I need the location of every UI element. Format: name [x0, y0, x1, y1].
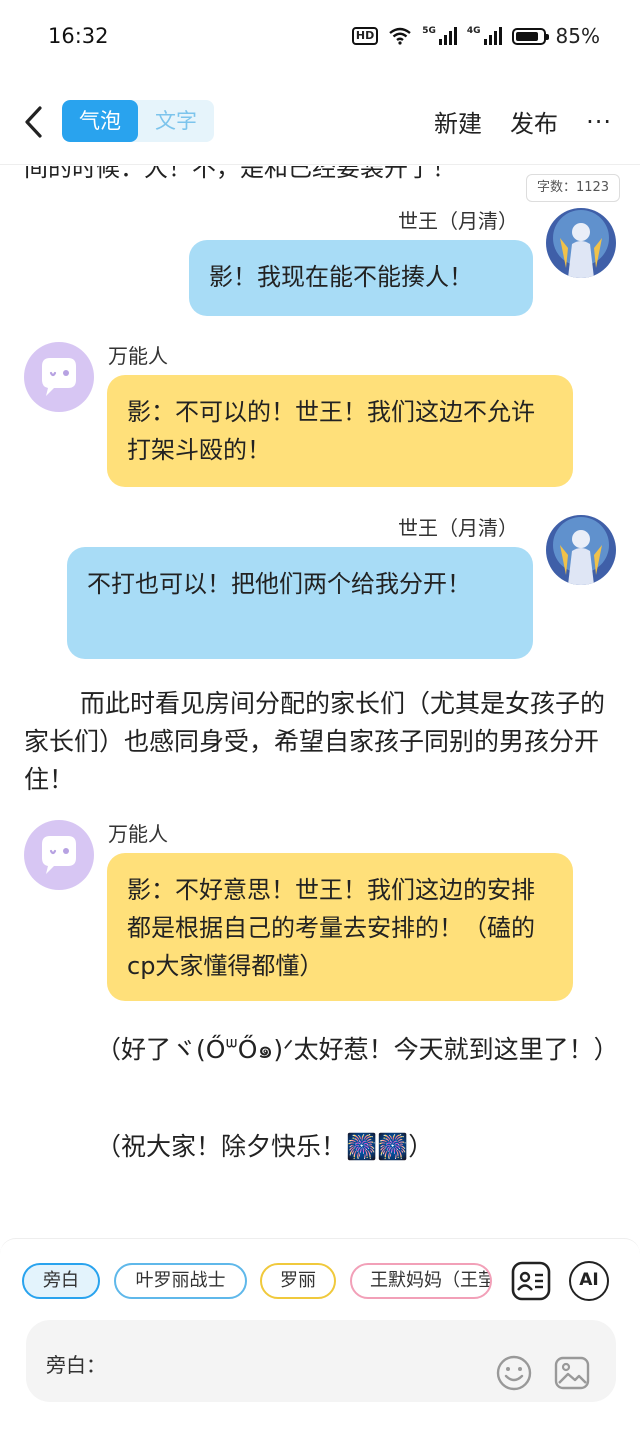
avatar[interactable] — [24, 820, 94, 890]
narration-text[interactable]: （好了ヾ(ŐᐜŐ๑)ᐟ太好惹！今天就到这里了！） — [24, 1031, 624, 1069]
signal-4g-icon: 4G — [467, 27, 502, 45]
speaker-name: 万能人 — [108, 344, 168, 368]
battery-icon — [511, 27, 549, 45]
avatar[interactable] — [24, 342, 94, 412]
chat-bubble[interactable]: 不打也可以！把他们两个给我分开！ — [67, 547, 533, 659]
header-divider — [0, 164, 640, 165]
narration-text[interactable]: 而此时看见房间分配的家长们（尤其是女孩子的家长们）也感同身受，希望自家孩子同别的… — [24, 685, 624, 799]
chat-bubble[interactable]: 影：不可以的！世王！我们这边不允许打架斗殴的！ — [107, 375, 573, 487]
wifi-icon — [389, 27, 411, 45]
narration-text[interactable]: （祝大家！除夕快乐！🎆🎆） — [24, 1128, 624, 1166]
role-chip[interactable]: 罗丽 — [260, 1263, 336, 1299]
role-manage-icon[interactable] — [510, 1260, 552, 1302]
speaker-name: 世王（月清） — [398, 209, 518, 233]
chat-bubble-avatar-icon — [42, 836, 76, 874]
chat-bubble[interactable]: 影：不好意思！世王！我们这边的安排都是根据自己的考量去安排的！（磕的cp大家懂得… — [107, 853, 573, 1001]
speaker-name: 万能人 — [108, 822, 168, 846]
publish-button[interactable]: 发布 — [510, 104, 558, 139]
character-avatar-image — [546, 208, 616, 278]
input-speaker-label: 旁白： — [46, 1353, 106, 1377]
word-count-badge: 字数：1123 — [526, 174, 620, 202]
mode-toggle: 气泡 文字 — [62, 100, 214, 142]
role-chip-narrator[interactable]: 旁白 — [22, 1263, 100, 1299]
new-button[interactable]: 新建 — [434, 104, 482, 139]
role-chip[interactable]: 王默妈妈（王莹） — [350, 1263, 492, 1299]
status-bar: 16:32 HD 5G 4G 85% — [0, 0, 640, 72]
chat-bubble[interactable]: 影！我现在能不能揍人！ — [189, 240, 533, 316]
tab-text[interactable]: 文字 — [138, 100, 214, 142]
image-icon[interactable] — [553, 1354, 591, 1392]
tab-bubble[interactable]: 气泡 — [62, 100, 138, 142]
status-time: 16:32 — [48, 24, 109, 48]
avatar[interactable] — [546, 515, 616, 585]
more-options-icon[interactable]: ··· — [586, 108, 612, 136]
back-arrow-icon[interactable] — [16, 102, 56, 142]
status-icons: HD 5G 4G 85% — [351, 24, 600, 48]
character-avatar-image — [546, 515, 616, 585]
hd-icon: HD — [351, 27, 379, 45]
ai-button[interactable]: AI — [569, 1261, 609, 1301]
battery-percent: 85% — [555, 24, 600, 48]
role-chip[interactable]: 叶罗丽战士 — [114, 1263, 247, 1299]
chat-bubble-avatar-icon — [42, 358, 76, 396]
speaker-name: 世王（月清） — [398, 516, 518, 540]
signal-5g-icon: 5G — [422, 27, 457, 45]
emoji-icon[interactable] — [495, 1354, 533, 1392]
editor-header: 气泡 文字 新建 发布 ··· — [0, 90, 640, 156]
avatar[interactable] — [546, 208, 616, 278]
